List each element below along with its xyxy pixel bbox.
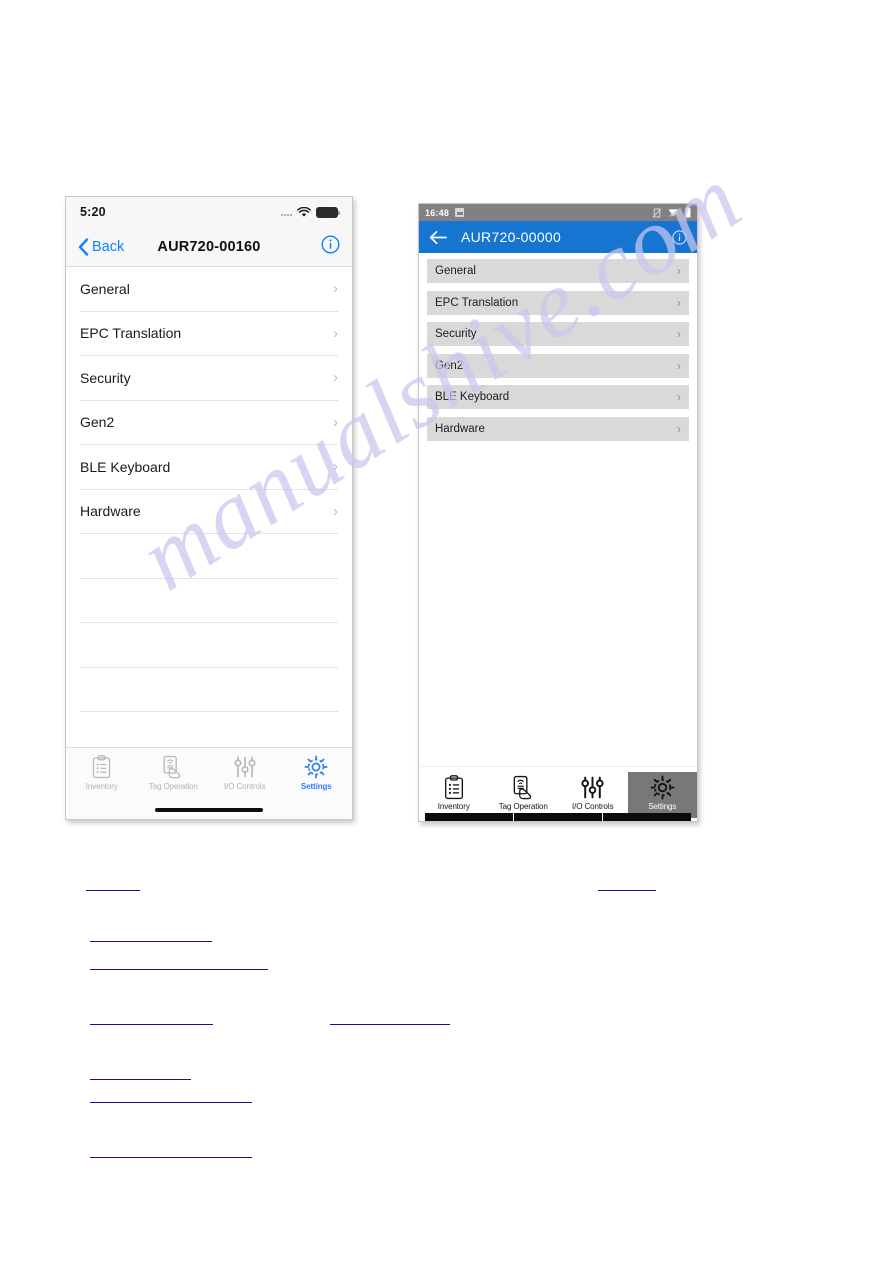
page-root: 5:20 Back AUR720-00160 General › EPC Tra… [0,0,893,1263]
document-link[interactable] [90,1102,252,1103]
document-links-layer [0,0,893,1263]
document-link[interactable] [90,969,268,970]
document-link[interactable] [86,890,140,891]
document-link[interactable] [90,1157,252,1158]
document-link[interactable] [330,1024,450,1025]
document-link[interactable] [598,890,656,891]
document-link[interactable] [90,1024,213,1025]
document-link[interactable] [90,941,212,942]
document-link[interactable] [90,1079,191,1080]
